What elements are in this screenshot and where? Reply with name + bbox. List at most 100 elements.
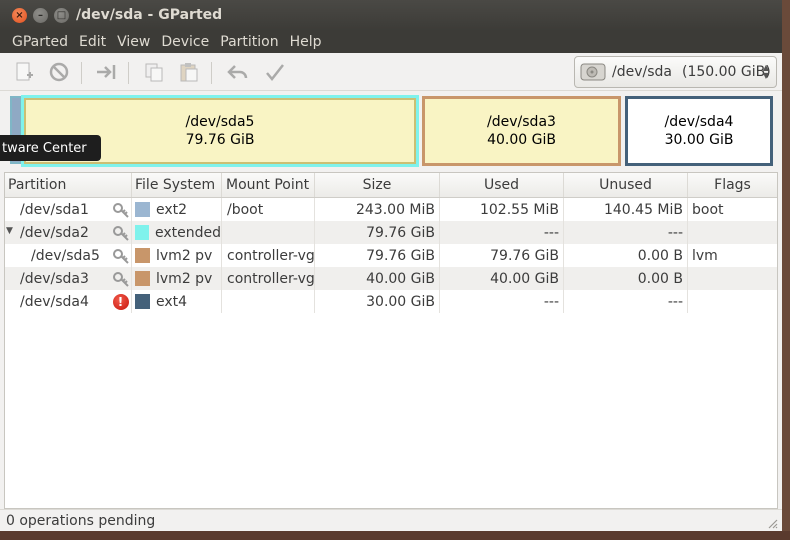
unused-cell: 140.45 MiB bbox=[564, 198, 688, 221]
key-icon bbox=[112, 248, 129, 264]
filesystem-cell: ext4 bbox=[156, 293, 188, 310]
mount-point-cell: /boot bbox=[222, 198, 315, 221]
fs-color-swatch bbox=[135, 225, 149, 240]
filesystem-cell: ext2 bbox=[156, 201, 188, 218]
apply-icon[interactable] bbox=[264, 61, 286, 83]
column-file-system[interactable]: File System bbox=[132, 173, 222, 197]
menu-bar: GParted Edit View Device Partition Help bbox=[0, 31, 782, 53]
menu-help[interactable]: Help bbox=[278, 34, 322, 50]
menu-gparted[interactable]: GParted bbox=[0, 34, 68, 50]
unused-cell: 0.00 B bbox=[564, 244, 688, 267]
mount-point-cell bbox=[222, 221, 315, 244]
size-cell: 243.00 MiB bbox=[315, 198, 440, 221]
flags-cell: boot bbox=[692, 201, 724, 218]
partition-map-sda3[interactable]: /dev/sda3 40.00 GiB bbox=[422, 96, 621, 166]
flags-cell bbox=[688, 267, 777, 290]
partition-map-label: /dev/sda5 bbox=[185, 114, 255, 130]
used-cell: 40.00 GiB bbox=[440, 267, 564, 290]
title-bar[interactable]: × – □ /dev/sda - GParted bbox=[0, 0, 782, 31]
toolbar: /dev/sda (150.00 GiB) ▲ ▼ bbox=[0, 53, 782, 91]
flags-cell bbox=[688, 221, 777, 244]
unused-cell: --- bbox=[564, 221, 688, 244]
toolbar-separator bbox=[128, 62, 129, 84]
status-bar: 0 operations pending bbox=[0, 509, 782, 531]
minimize-window-button[interactable]: – bbox=[33, 8, 48, 23]
device-name: /dev/sda bbox=[612, 64, 672, 80]
flags-cell bbox=[688, 290, 777, 313]
close-icon: × bbox=[15, 9, 24, 21]
table-row[interactable]: /dev/sda5 lvm2 pv controller-vg 79.76 Gi… bbox=[5, 244, 777, 267]
fs-color-swatch bbox=[135, 202, 150, 217]
used-cell: --- bbox=[440, 290, 564, 313]
partition-cell: /dev/sda4 bbox=[20, 293, 89, 310]
size-cell: 79.76 GiB bbox=[315, 221, 440, 244]
menu-edit[interactable]: Edit bbox=[67, 34, 106, 50]
filesystem-cell: extended bbox=[154, 224, 221, 241]
column-unused[interactable]: Unused bbox=[564, 173, 688, 197]
maximize-window-button[interactable]: □ bbox=[54, 8, 69, 23]
menu-view[interactable]: View bbox=[105, 34, 150, 50]
mount-point-cell bbox=[222, 290, 315, 313]
undo-icon[interactable] bbox=[227, 61, 249, 83]
partition-cell: /dev/sda3 bbox=[20, 270, 89, 287]
paste-icon[interactable] bbox=[178, 61, 200, 83]
column-flags[interactable]: Flags bbox=[688, 173, 777, 197]
partition-map-size: 40.00 GiB bbox=[487, 132, 556, 148]
error-icon: ! bbox=[112, 293, 129, 310]
fs-color-swatch bbox=[135, 271, 150, 286]
partition-map-sda4[interactable]: /dev/sda4 30.00 GiB bbox=[625, 96, 773, 166]
resize-grip-icon[interactable] bbox=[768, 519, 778, 529]
menu-partition[interactable]: Partition bbox=[208, 34, 278, 50]
gparted-window: × – □ /dev/sda - GParted GParted Edit Vi… bbox=[0, 0, 782, 540]
menu-device[interactable]: Device bbox=[149, 34, 209, 50]
key-icon bbox=[112, 271, 129, 287]
partition-map-label: /dev/sda4 bbox=[664, 114, 734, 130]
column-used[interactable]: Used bbox=[440, 173, 564, 197]
device-size: (150.00 GiB) bbox=[681, 64, 771, 80]
table-row[interactable]: /dev/sda3 lvm2 pv controller-vg 40.00 Gi… bbox=[5, 267, 777, 290]
mount-point-cell: controller-vg bbox=[222, 267, 315, 290]
unused-cell: 0.00 B bbox=[564, 267, 688, 290]
used-cell: 79.76 GiB bbox=[440, 244, 564, 267]
size-cell: 79.76 GiB bbox=[315, 244, 440, 267]
table-header: Partition File System Mount Point Size U… bbox=[5, 173, 777, 198]
desktop-background-bottom bbox=[0, 531, 790, 540]
partition-table: Partition File System Mount Point Size U… bbox=[4, 172, 778, 509]
close-window-button[interactable]: × bbox=[12, 8, 27, 23]
used-cell: --- bbox=[440, 221, 564, 244]
partition-cell: /dev/sda2 bbox=[20, 224, 89, 241]
filesystem-cell: lvm2 pv bbox=[156, 247, 213, 264]
partition-cell: /dev/sda5 bbox=[31, 247, 100, 264]
resize-move-icon[interactable] bbox=[95, 61, 117, 83]
partition-cell: /dev/sda1 bbox=[20, 201, 89, 218]
table-row[interactable]: ▼ /dev/sda2 extended 79.76 GiB --- --- bbox=[5, 221, 777, 244]
column-partition[interactable]: Partition bbox=[5, 173, 132, 197]
tooltip: tware Center bbox=[0, 135, 101, 161]
updown-arrows-icon: ▲ ▼ bbox=[762, 63, 769, 80]
table-row[interactable]: /dev/sda1 ext2 /boot 243.00 MiB 102.55 M… bbox=[5, 198, 777, 221]
delete-icon[interactable] bbox=[48, 61, 70, 83]
used-cell: 102.55 MiB bbox=[440, 198, 564, 221]
device-selector[interactable]: /dev/sda (150.00 GiB) ▲ ▼ bbox=[574, 56, 777, 88]
filesystem-cell: lvm2 pv bbox=[156, 270, 213, 287]
partition-map-size: 30.00 GiB bbox=[664, 132, 734, 148]
window-title: /dev/sda - GParted bbox=[76, 7, 223, 23]
toolbar-separator bbox=[211, 62, 212, 84]
flags-cell: lvm bbox=[692, 247, 718, 264]
fs-color-swatch bbox=[135, 248, 150, 263]
table-row[interactable]: /dev/sda4 ! ext4 30.00 GiB --- --- bbox=[5, 290, 777, 313]
key-icon bbox=[112, 202, 129, 218]
unused-cell: --- bbox=[564, 290, 688, 313]
size-cell: 40.00 GiB bbox=[315, 267, 440, 290]
copy-icon[interactable] bbox=[143, 61, 165, 83]
toolbar-separator bbox=[81, 62, 82, 84]
column-mount-point[interactable]: Mount Point bbox=[222, 173, 315, 197]
hard-disk-icon bbox=[580, 63, 606, 81]
desktop-background-right bbox=[782, 0, 790, 540]
column-size[interactable]: Size bbox=[315, 173, 440, 197]
status-text: 0 operations pending bbox=[6, 512, 156, 529]
new-partition-icon[interactable] bbox=[13, 61, 35, 83]
key-icon bbox=[112, 225, 129, 241]
maximize-icon: □ bbox=[56, 9, 67, 21]
partition-map-label: /dev/sda3 bbox=[487, 114, 556, 130]
